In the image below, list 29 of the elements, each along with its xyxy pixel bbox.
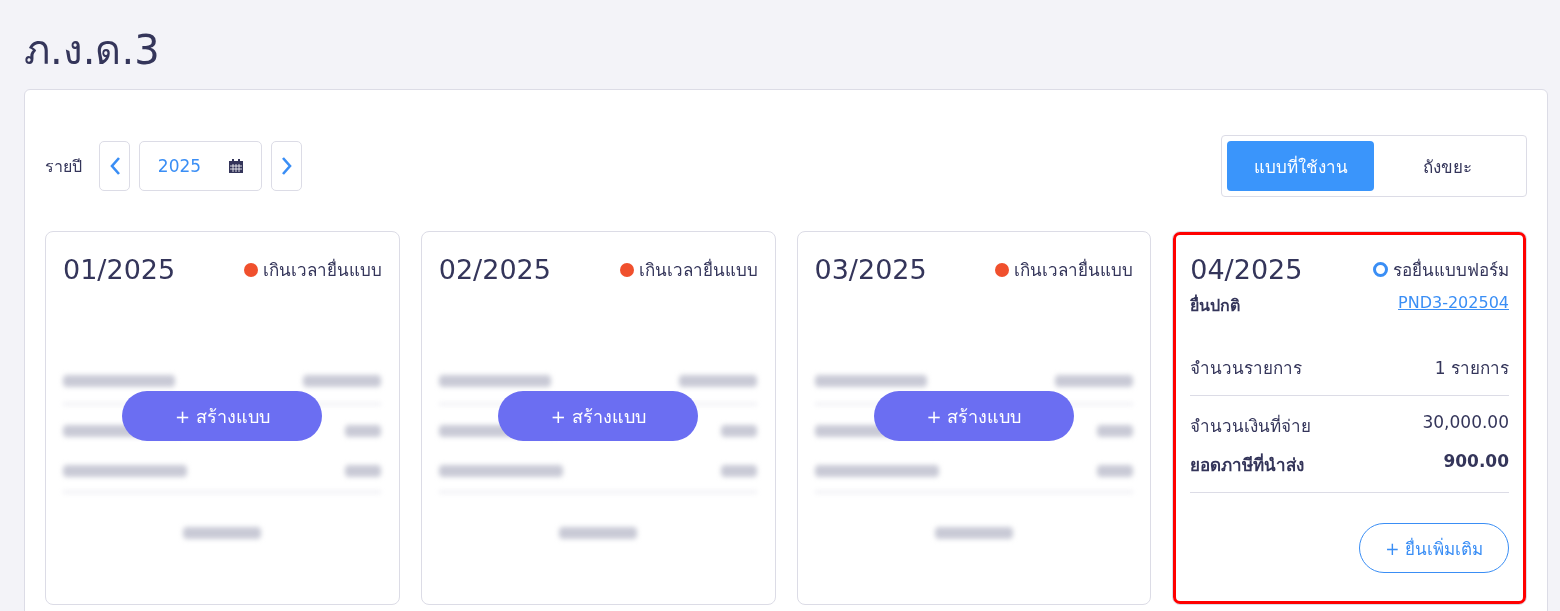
period-title: 04/2025 bbox=[1190, 254, 1303, 285]
calendar-icon bbox=[229, 159, 244, 173]
next-year-button[interactable] bbox=[271, 141, 302, 191]
view-tab[interactable]: แบบที่ใช้งาน bbox=[1227, 141, 1374, 191]
summary-label: จำนวนรายการ bbox=[1190, 357, 1303, 380]
page-title: ภ.ง.ด.3 bbox=[24, 26, 161, 75]
status-label: เกินเวลายื่นแบบ bbox=[638, 257, 758, 282]
previous-year-button[interactable] bbox=[99, 141, 130, 191]
period-title: 03/2025 bbox=[814, 254, 927, 285]
period-title: 01/2025 bbox=[63, 254, 176, 285]
summary-value: 1 รายการ bbox=[1434, 357, 1509, 380]
filing-type: ยื่นปกติ bbox=[1190, 293, 1241, 317]
status-label: เกินเวลายื่นแบบ bbox=[262, 257, 382, 282]
summary-value: 900.00 bbox=[1443, 451, 1509, 473]
chevron-left-icon bbox=[108, 156, 121, 176]
create-form-button[interactable]: + สร้างแบบ bbox=[498, 391, 699, 441]
year-picker[interactable]: 2025 bbox=[139, 141, 262, 191]
status-label: รอยื่นแบบฟอร์ม bbox=[1393, 257, 1509, 282]
create-form-button[interactable]: + สร้างแบบ bbox=[122, 391, 323, 441]
summary-label: ยอดภาษีที่นำส่ง bbox=[1190, 452, 1305, 477]
create-form-button[interactable]: + สร้างแบบ bbox=[873, 391, 1074, 441]
period-title: 02/2025 bbox=[438, 254, 551, 285]
chevron-right-icon bbox=[280, 156, 293, 176]
reference-link[interactable]: PND3-202504 bbox=[1398, 293, 1509, 318]
status-label: เกินเวลายื่นแบบ bbox=[1014, 257, 1134, 282]
period-label: รายปี bbox=[45, 155, 82, 178]
summary-label: จำนวนเงินที่จ่าย bbox=[1190, 413, 1312, 438]
file-additional-button[interactable]: + ยื่นเพิ่มเติม bbox=[1359, 523, 1509, 573]
summary-value: 30,000.00 bbox=[1422, 412, 1509, 434]
